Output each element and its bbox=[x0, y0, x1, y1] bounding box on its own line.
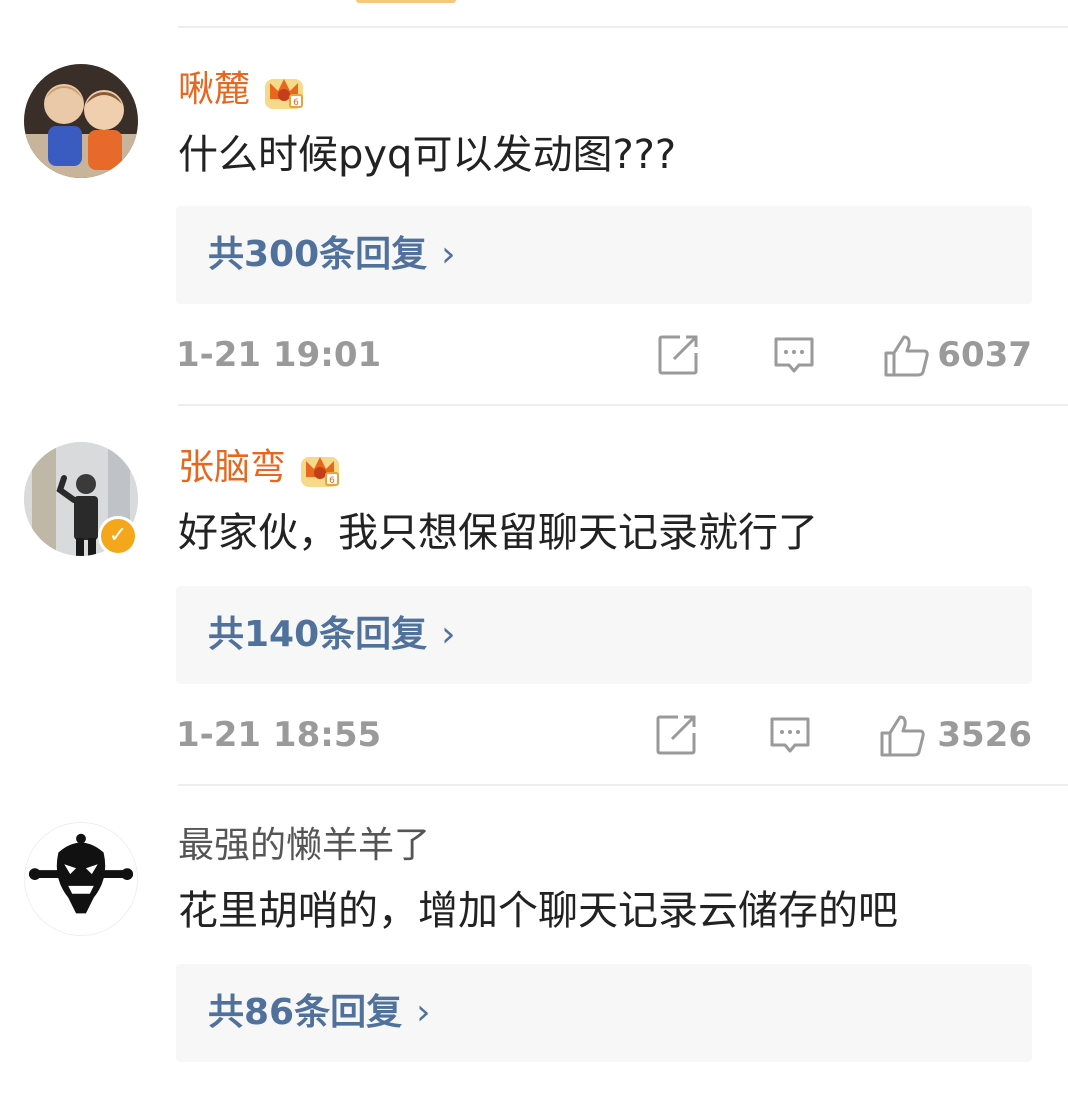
reply-box[interactable]: 共300条回复 › bbox=[176, 206, 1032, 304]
avatar[interactable] bbox=[24, 64, 138, 178]
divider bbox=[178, 404, 1068, 406]
reply-count-label: 共140条回复 bbox=[208, 614, 428, 655]
reply-box[interactable]: 共140条回复 › bbox=[176, 586, 1032, 684]
divider bbox=[178, 784, 1068, 786]
svg-text:6: 6 bbox=[293, 98, 299, 108]
reply-box[interactable]: 共86条回复 › bbox=[176, 964, 1032, 1062]
avatar[interactable] bbox=[24, 822, 138, 936]
chevron-right-icon: › bbox=[416, 992, 431, 1033]
comment-text: 什么时候pyq可以发动图??? bbox=[178, 132, 677, 178]
comment-icon[interactable] bbox=[768, 713, 812, 757]
view-replies-link[interactable]: 共300条回复 › bbox=[208, 231, 461, 279]
like-count: 6037 bbox=[937, 335, 1032, 375]
thumbs-up-icon[interactable] bbox=[878, 713, 926, 757]
vip-crown-icon: 6 bbox=[301, 457, 340, 487]
comment-icon[interactable] bbox=[772, 333, 816, 377]
chevron-right-icon: › bbox=[441, 614, 456, 655]
username-row: 张脑弯 6 bbox=[178, 444, 342, 492]
thumbs-up-icon[interactable] bbox=[882, 333, 930, 377]
top-scroll-hint bbox=[356, 0, 456, 3]
view-replies-link[interactable]: 共86条回复 › bbox=[208, 989, 436, 1037]
username[interactable]: 啾麓 bbox=[178, 66, 250, 114]
username[interactable]: 最强的懒羊羊了 bbox=[178, 822, 430, 870]
chevron-right-icon: › bbox=[441, 234, 456, 275]
svg-text:6: 6 bbox=[329, 476, 335, 486]
share-icon[interactable] bbox=[656, 333, 700, 377]
comment-text: 好家伙，我只想保留聊天记录就行了 bbox=[178, 510, 818, 556]
comment-actions: 1-21 19:01 6037 bbox=[176, 330, 1032, 380]
username-row: 最强的懒羊羊了 bbox=[178, 822, 430, 870]
username-row: 啾麓 6 bbox=[178, 66, 306, 114]
like-count: 3526 bbox=[937, 715, 1032, 755]
comment-actions: 1-21 18:55 3526 bbox=[176, 710, 1032, 760]
share-icon[interactable] bbox=[654, 713, 698, 757]
vip-crown-icon: 6 bbox=[265, 79, 304, 109]
reply-count-label: 共300条回复 bbox=[208, 234, 428, 275]
timestamp: 1-21 19:01 bbox=[176, 335, 382, 375]
comment-text: 花里胡哨的，增加个聊天记录云储存的吧 bbox=[178, 888, 898, 934]
reply-count-label: 共86条回复 bbox=[208, 992, 403, 1033]
timestamp: 1-21 18:55 bbox=[176, 715, 382, 755]
username[interactable]: 张脑弯 bbox=[178, 444, 286, 492]
view-replies-link[interactable]: 共140条回复 › bbox=[208, 611, 461, 659]
divider bbox=[178, 26, 1068, 28]
verified-badge-icon: ✓ bbox=[98, 516, 138, 556]
